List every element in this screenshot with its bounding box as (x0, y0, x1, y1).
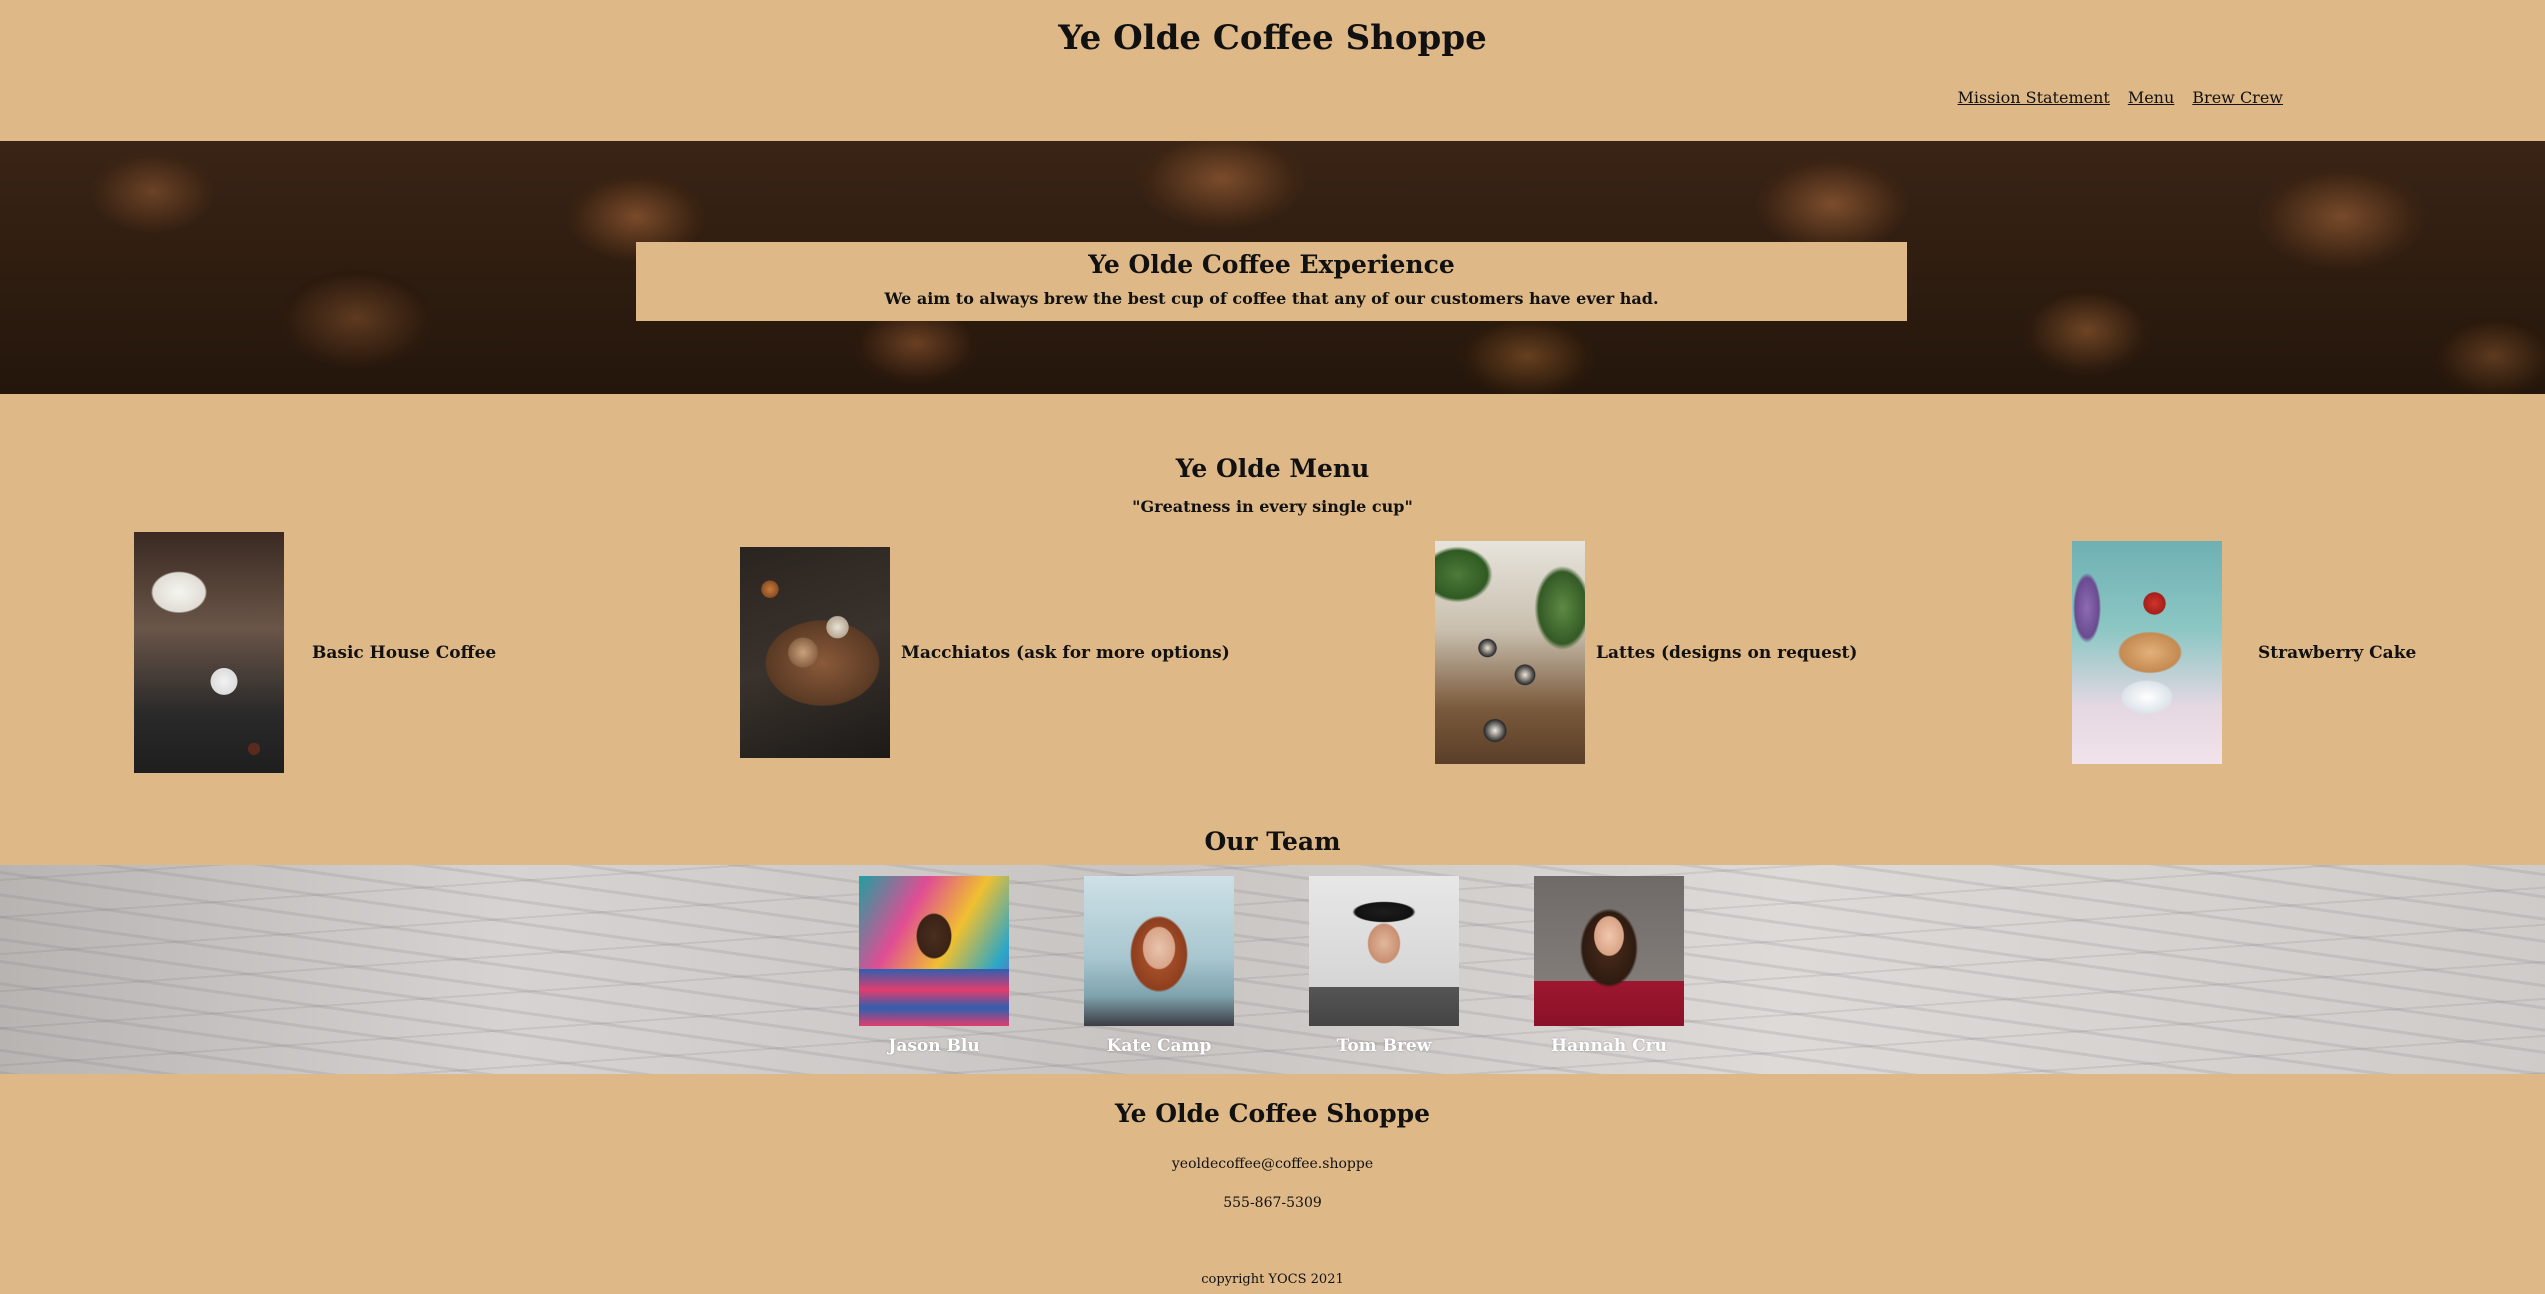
nav-link-brew-crew[interactable]: Brew Crew (2192, 88, 2283, 107)
avatar (1084, 876, 1234, 1026)
team-member-hannah-cru: Hannah Cru (1534, 876, 1684, 1056)
avatar (1309, 876, 1459, 1026)
menu-item-macchiatos: Macchiatos (ask for more options) (740, 547, 1230, 758)
team-member-name: Tom Brew (1336, 1036, 1432, 1056)
menu-item-label: Basic House Coffee (312, 642, 497, 663)
footer-phone: 555-867-5309 (1223, 1195, 1322, 1211)
menu-item-label: Lattes (designs on request) (1596, 642, 1858, 663)
avatar (859, 876, 1009, 1026)
hero-banner: Ye Olde Coffee Experience We aim to alwa… (0, 141, 2545, 394)
team-title: Our Team (1204, 827, 1341, 856)
team-member-tom-brew: Tom Brew (1309, 876, 1459, 1056)
menu-title: Ye Olde Menu (1175, 454, 1370, 483)
menu-tagline: "Greatness in every single cup" (1132, 497, 1413, 516)
team-section: Jason Blu Kate Camp Tom Brew Hannah Cru (0, 865, 2545, 1074)
menu-item-basic-house-coffee: Basic House Coffee (134, 532, 496, 773)
avatar (1534, 876, 1684, 1026)
hero-title: Ye Olde Coffee Experience (1088, 250, 1455, 279)
team-member-name: Jason Blu (888, 1036, 980, 1056)
nav-link-mission-statement[interactable]: Mission Statement (1958, 88, 2110, 107)
hero-card: Ye Olde Coffee Experience We aim to alwa… (636, 242, 1907, 321)
menu-item-lattes: Lattes (designs on request) (1435, 541, 1857, 764)
menu-item-strawberry-cake: Strawberry Cake (2072, 541, 2416, 764)
team-member-jason-blu: Jason Blu (859, 876, 1009, 1056)
team-member-kate-camp: Kate Camp (1084, 876, 1234, 1056)
menu-item-label: Strawberry Cake (2258, 642, 2417, 663)
menu-item-label: Macchiatos (ask for more options) (901, 642, 1230, 663)
strawberry-cake-image (2072, 541, 2222, 764)
site-title: Ye Olde Coffee Shoppe (1058, 18, 1487, 58)
hero-text: We aim to always brew the best cup of co… (884, 289, 1659, 308)
nav-link-menu[interactable]: Menu (2128, 88, 2174, 107)
latte-image (1435, 541, 1585, 764)
team-member-name: Kate Camp (1106, 1036, 1212, 1056)
footer-copyright: copyright YOCS 2021 (1201, 1272, 1344, 1287)
team-member-name: Hannah Cru (1551, 1036, 1667, 1056)
macchiato-image (740, 547, 890, 758)
footer-email: yeoldecoffee@coffee.shoppe (1171, 1156, 1374, 1172)
footer-title: Ye Olde Coffee Shoppe (1114, 1099, 1431, 1128)
main-nav: Mission Statement Menu Brew Crew (1958, 88, 2283, 107)
coffee-pour-image (134, 532, 284, 773)
